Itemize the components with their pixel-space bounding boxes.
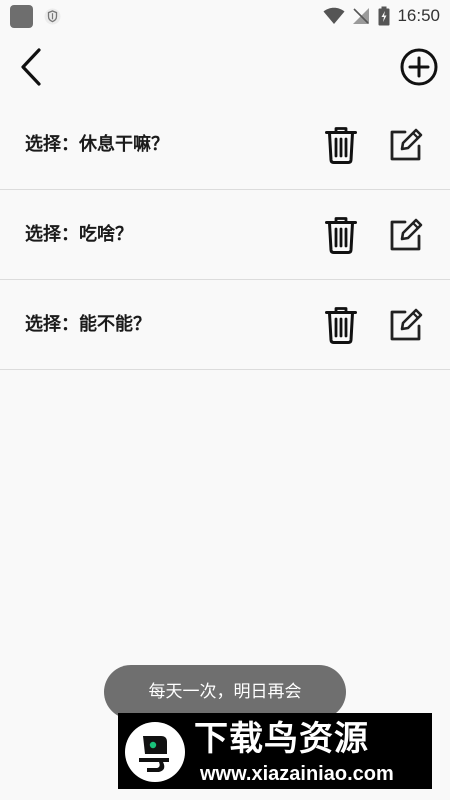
list-item[interactable]: 选择：休息干嘛？: [0, 100, 450, 190]
trash-icon: [325, 127, 357, 164]
app-header: [0, 32, 450, 102]
delete-button[interactable]: [324, 305, 358, 345]
edit-icon: [390, 218, 423, 251]
watermark-url: www.xiazainiao.com: [200, 763, 394, 785]
list-item[interactable]: 选择：吃啥？: [0, 190, 450, 280]
trash-icon: [325, 307, 357, 344]
chevron-left-icon: [21, 48, 41, 86]
delete-button[interactable]: [324, 215, 358, 255]
battery-charging-icon: [378, 6, 390, 26]
item-label: 选择：能不能？: [25, 314, 151, 335]
edit-icon: [390, 308, 423, 341]
status-time: 16:50: [397, 6, 440, 25]
shield-icon: [44, 8, 61, 25]
app-notification-icon: [10, 5, 33, 28]
delete-button[interactable]: [324, 125, 358, 165]
choice-list: 选择：休息干嘛？ 选择：吃啥？ 选择：能不能？: [0, 100, 450, 370]
watermark-banner: 下载鸟资源 www.xiazainiao.com: [118, 713, 432, 789]
no-signal-icon: [353, 8, 370, 24]
edit-button[interactable]: [388, 307, 424, 343]
toast-message: 每天一次，明日再会: [104, 665, 346, 719]
item-label: 选择：吃啥？: [25, 224, 133, 245]
list-item[interactable]: 选择：能不能？: [0, 280, 450, 370]
status-bar: 16:50: [0, 0, 450, 32]
edit-icon: [390, 128, 423, 161]
edit-button[interactable]: [388, 217, 424, 253]
trash-icon: [325, 217, 357, 254]
wifi-icon: [323, 7, 345, 24]
edit-button[interactable]: [388, 127, 424, 163]
add-button[interactable]: [398, 46, 440, 88]
back-button[interactable]: [14, 45, 50, 89]
plus-circle-icon: [400, 48, 438, 86]
item-label: 选择：休息干嘛？: [25, 134, 169, 155]
bird-logo-icon: [125, 722, 185, 782]
watermark-title: 下载鸟资源: [194, 719, 369, 759]
